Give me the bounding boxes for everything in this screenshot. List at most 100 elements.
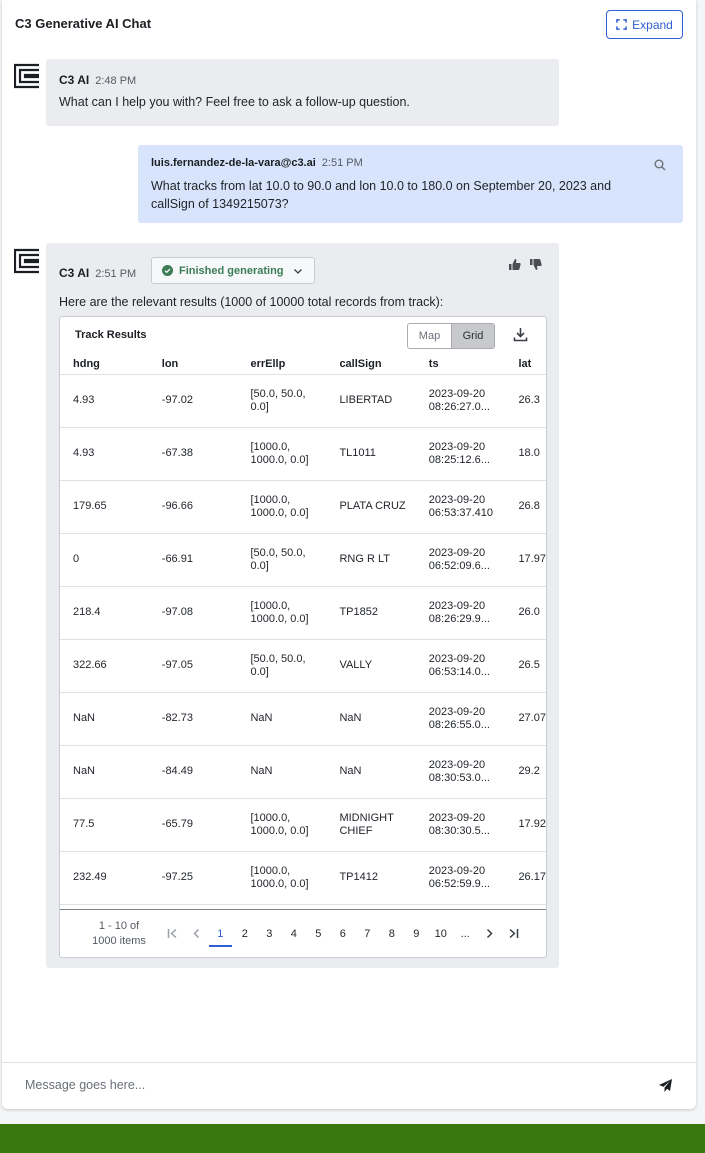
cell-errellp: [1000.0, 1000.0, 0.0] — [237, 427, 327, 481]
last-page-button[interactable] — [502, 922, 526, 946]
page-title: C3 Generative AI Chat — [15, 16, 152, 31]
first-page-button[interactable] — [160, 922, 184, 946]
cell-ts: 2023-09-20 06:53:14.0... — [415, 639, 506, 693]
grid-view-button[interactable]: Grid — [451, 324, 494, 348]
cell-ts: 2023-09-20 06:52:59.9... — [415, 851, 506, 905]
page-ellipsis[interactable]: ... — [453, 922, 478, 946]
status-label: Finished generating — [179, 264, 284, 277]
table-row[interactable]: 232.49 -97.25 [1000.0, 1000.0, 0.0] TP14… — [60, 851, 546, 905]
cell-lon: -97.25 — [148, 851, 238, 905]
page-4[interactable]: 4 — [282, 922, 307, 946]
cell-errellp: [1000.0, 1000.0, 0.0] — [237, 480, 327, 534]
cell-lon: -97.08 — [148, 586, 238, 640]
cell-errellp: [1000.0, 1000.0, 0.0] — [237, 851, 327, 905]
message-sender: C3 AI — [59, 73, 90, 87]
track-results-card: Track Results Map Grid hdng lon errEllp … — [59, 316, 547, 958]
page-8[interactable]: 8 — [380, 922, 405, 946]
cell-lat: 17.92 — [505, 798, 546, 852]
cell-errellp: [50.0, 50.0, 0.0] — [237, 533, 327, 587]
status-dropdown[interactable]: Finished generating — [151, 257, 315, 284]
cell-callsign: TL1011 — [326, 427, 416, 481]
table-row[interactable]: 218.4 -97.08 [1000.0, 1000.0, 0.0] TP185… — [60, 586, 546, 640]
cell-lon: -97.05 — [148, 639, 238, 693]
column-header-errellp[interactable]: errEllp — [237, 354, 327, 375]
message-sender: luis.fernandez-de-la-vara@c3.ai — [151, 157, 316, 169]
cell-lat: 26.0 — [505, 586, 546, 640]
next-page-button[interactable] — [478, 922, 502, 946]
cell-ts: 2023-09-20 08:26:55.0... — [415, 692, 506, 746]
table-row[interactable]: 4.93 -67.38 [1000.0, 1000.0, 0.0] TL1011… — [60, 427, 546, 481]
cell-lat: 18.0 — [505, 427, 546, 481]
cell-lat: 26.5 — [505, 639, 546, 693]
card-title: Track Results — [75, 329, 147, 341]
table-row[interactable]: 77.5 -65.79 [1000.0, 1000.0, 0.0] MIDNIG… — [60, 798, 546, 852]
page-9[interactable]: 9 — [404, 922, 429, 946]
cell-hdng: 4.93 — [60, 374, 149, 428]
send-icon[interactable] — [658, 1078, 673, 1093]
cell-callsign: NaN — [326, 692, 416, 746]
message-time: 2:51 PM — [321, 157, 363, 169]
map-view-button[interactable]: Map — [408, 324, 451, 348]
message-time: 2:51 PM — [95, 268, 137, 280]
cell-lon: -82.73 — [148, 692, 238, 746]
cell-errellp: [1000.0, 1000.0, 0.0] — [237, 586, 327, 640]
download-icon[interactable] — [513, 327, 528, 342]
page-6[interactable]: 6 — [331, 922, 356, 946]
cell-lon: -66.91 — [148, 533, 238, 587]
cell-lat: 17.97 — [505, 533, 546, 587]
page-1[interactable]: 1 — [208, 922, 233, 947]
thumbs-down-icon[interactable] — [529, 258, 542, 271]
message-input[interactable] — [25, 1078, 625, 1092]
cell-errellp: [50.0, 50.0, 0.0] — [237, 374, 327, 428]
cell-callsign: VALLY — [326, 639, 416, 693]
thumbs-up-icon[interactable] — [508, 258, 521, 271]
cell-errellp: NaN — [237, 692, 327, 746]
cell-lat: 26.3 — [505, 374, 546, 428]
table-row[interactable]: 179.65 -96.66 [1000.0, 1000.0, 0.0] PLAT… — [60, 480, 546, 534]
table-row[interactable]: 322.66 -97.05 [50.0, 50.0, 0.0] VALLY 20… — [60, 639, 546, 693]
table-row[interactable]: NaN -82.73 NaN NaN 2023-09-20 08:26:55.0… — [60, 692, 546, 746]
page-5[interactable]: 5 — [306, 922, 331, 946]
column-header-hdng[interactable]: hdng — [60, 354, 149, 375]
cell-lon: -96.66 — [148, 480, 238, 534]
table-row[interactable]: NaN -84.49 NaN NaN 2023-09-20 08:30:53.0… — [60, 745, 546, 799]
expand-button[interactable]: Expand — [606, 10, 683, 39]
cell-hdng: NaN — [60, 692, 149, 746]
user-message: luis.fernandez-de-la-vara@c3.ai 2:51 PM W… — [138, 145, 683, 223]
cell-callsign: MIDNIGHT CHIEF — [326, 798, 416, 852]
column-header-ts[interactable]: ts — [415, 354, 506, 375]
cell-errellp: [1000.0, 1000.0, 0.0] — [237, 798, 327, 852]
cell-hdng: 0 — [60, 533, 149, 587]
first-page-icon — [167, 928, 176, 939]
pagination-info: 1 - 10 of 1000 items — [92, 919, 146, 947]
cell-hdng: 322.66 — [60, 639, 149, 693]
message-text: What tracks from lat 10.0 to 90.0 and lo… — [151, 179, 612, 211]
cell-hdng: 232.49 — [60, 851, 149, 905]
cell-hdng: 77.5 — [60, 798, 149, 852]
page-2[interactable]: 2 — [233, 922, 258, 946]
column-header-callsign[interactable]: callSign — [326, 354, 416, 375]
chat-panel: C3 Generative AI Chat Expand C3 AI 2:48 P… — [2, 0, 696, 1109]
page-7[interactable]: 7 — [355, 922, 380, 946]
page-10[interactable]: 10 — [429, 922, 454, 946]
expand-label: Expand — [632, 17, 673, 32]
page-3[interactable]: 3 — [257, 922, 282, 946]
table-row[interactable]: 4.93 -97.02 [50.0, 50.0, 0.0] LIBERTAD 2… — [60, 374, 546, 428]
column-header-lon[interactable]: lon — [148, 354, 238, 375]
next-page-icon — [486, 928, 493, 939]
prev-page-button[interactable] — [184, 922, 208, 946]
column-header-lat[interactable]: lat — [505, 354, 546, 375]
table-header-row: hdng lon errEllp callSign ts lat — [60, 354, 546, 375]
cell-ts: 2023-09-20 06:53:37.410 — [415, 480, 506, 534]
search-icon[interactable] — [654, 159, 666, 171]
check-circle-icon — [162, 265, 173, 276]
cell-lon: -84.49 — [148, 745, 238, 799]
cell-ts: 2023-09-20 06:52:09.6... — [415, 533, 506, 587]
cell-ts: 2023-09-20 08:26:27.0... — [415, 374, 506, 428]
view-toggle: Map Grid — [407, 323, 495, 349]
table-row[interactable]: 0 -66.91 [50.0, 50.0, 0.0] RNG R LT 2023… — [60, 533, 546, 587]
prev-page-icon — [192, 928, 199, 939]
message-sender: C3 AI — [59, 266, 90, 280]
cell-hdng: NaN — [60, 745, 149, 799]
results-table: hdng lon errEllp callSign ts lat 4.93 -9… — [60, 354, 546, 905]
